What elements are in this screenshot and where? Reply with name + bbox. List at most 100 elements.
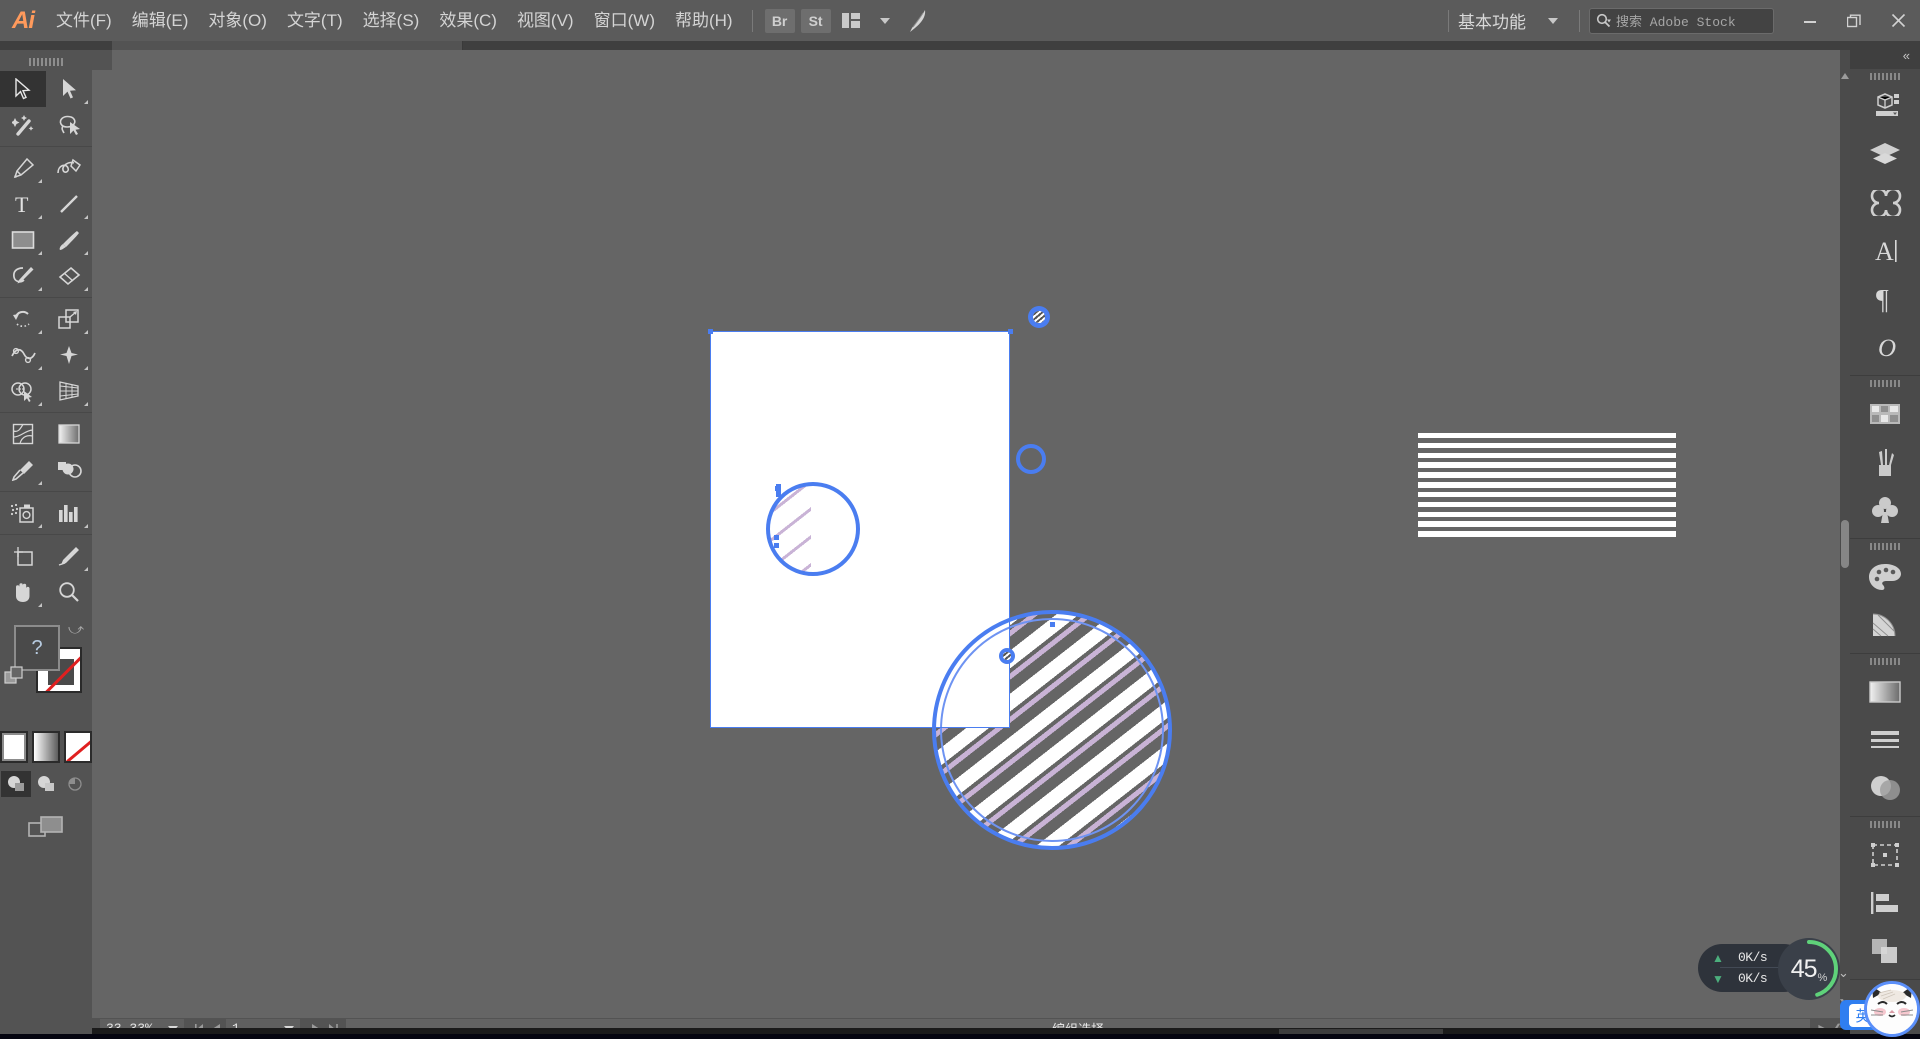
anchor-point[interactable] — [1008, 329, 1013, 334]
restore-button[interactable] — [1832, 0, 1876, 41]
transparency-panel-icon[interactable] — [1850, 764, 1920, 812]
character-panel-icon[interactable]: A — [1850, 227, 1920, 275]
type-tool[interactable]: T — [0, 186, 46, 222]
color-swatch-button[interactable] — [0, 731, 28, 763]
layers-panel-icon[interactable] — [1850, 131, 1920, 179]
menu-window[interactable]: 窗口(W) — [584, 0, 665, 41]
swatches-panel-icon[interactable] — [1850, 390, 1920, 438]
change-screen-mode-button[interactable] — [0, 813, 92, 841]
search-input[interactable]: 搜索 Adobe Stock — [1589, 7, 1774, 34]
align-panel-icon[interactable] — [1850, 879, 1920, 927]
stripe-bar-group[interactable] — [1418, 433, 1676, 541]
perspective-grid-tool[interactable] — [46, 373, 92, 409]
rotate-widget-bottom[interactable] — [999, 648, 1015, 664]
anchor-point[interactable] — [776, 488, 781, 493]
width-tool[interactable] — [0, 337, 46, 373]
scroll-up-icon[interactable] — [1840, 70, 1850, 82]
glyphs-panel-icon[interactable]: O — [1850, 323, 1920, 371]
tools-panel-grip[interactable] — [0, 50, 92, 68]
color-guide-panel-icon[interactable] — [1850, 601, 1920, 649]
swap-fill-stroke-icon[interactable]: ⤻ — [68, 621, 84, 638]
eraser-tool[interactable] — [46, 258, 92, 294]
bridge-button[interactable]: Br — [764, 8, 795, 33]
symbol-sprayer-tool[interactable] — [0, 495, 46, 531]
artboard-tool[interactable] — [0, 538, 46, 574]
symbols-panel-icon[interactable] — [1850, 486, 1920, 534]
zoom-tool[interactable] — [46, 574, 92, 610]
anchor-point[interactable] — [774, 535, 779, 540]
rectangle-tool[interactable] — [0, 222, 46, 258]
dock-group-grip[interactable] — [1850, 654, 1920, 668]
rotate-widget-top[interactable] — [1028, 306, 1050, 328]
default-fill-stroke-icon[interactable] — [4, 665, 26, 692]
shape-builder-tool[interactable] — [0, 373, 46, 409]
close-button[interactable] — [1876, 0, 1920, 41]
canvas-vscroll-thumb[interactable] — [1841, 520, 1849, 568]
canvas-area[interactable] — [92, 50, 1850, 1018]
workspace-switcher-label[interactable]: 基本功能 — [1458, 8, 1526, 33]
pathfinder-panel-icon[interactable] — [1850, 927, 1920, 975]
workspace-chevron-down-icon[interactable] — [1538, 7, 1568, 35]
none-swatch-button[interactable] — [64, 731, 92, 763]
shaper-tool[interactable] — [0, 258, 46, 294]
anchor-point[interactable] — [708, 329, 713, 334]
mesh-tool[interactable] — [0, 416, 46, 452]
tools-panel: T ⤻ ? — [0, 50, 92, 1039]
arrange-chevron-down-icon[interactable] — [870, 7, 900, 35]
gradient-swatch-button[interactable] — [32, 731, 60, 763]
paragraph-panel-icon[interactable]: ¶ — [1850, 275, 1920, 323]
hand-tool[interactable] — [0, 574, 46, 610]
brushes-panel-icon[interactable] — [1850, 438, 1920, 486]
transform-panel-icon[interactable] — [1850, 831, 1920, 879]
direct-selection-tool[interactable] — [46, 71, 92, 107]
color-panel-icon[interactable] — [1850, 553, 1920, 601]
dock-group-grip[interactable] — [1850, 376, 1920, 390]
menu-object[interactable]: 对象(O) — [198, 0, 277, 41]
free-transform-tool[interactable] — [46, 337, 92, 373]
dock-group-grip[interactable] — [1850, 817, 1920, 831]
canvas-vertical-scrollbar[interactable] — [1840, 50, 1850, 1018]
svg-text:O: O — [1878, 335, 1896, 361]
cat-avatar[interactable] — [1864, 981, 1920, 1037]
magic-wand-tool[interactable] — [0, 107, 46, 143]
scale-tool[interactable] — [46, 301, 92, 337]
lasso-tool[interactable] — [46, 107, 92, 143]
menu-select[interactable]: 选择(S) — [353, 0, 430, 41]
slice-tool[interactable] — [46, 538, 92, 574]
pen-tool[interactable] — [0, 150, 46, 186]
dock-group-grip[interactable] — [1850, 69, 1920, 83]
paintbrush-tool[interactable] — [46, 222, 92, 258]
cpu-usage-gauge[interactable]: 45 % — [1778, 938, 1840, 1000]
dock-collapse-icon[interactable]: « — [1850, 41, 1920, 69]
menu-file[interactable]: 文件(F) — [46, 0, 122, 41]
dock-group-grip[interactable] — [1850, 539, 1920, 553]
line-segment-tool[interactable] — [46, 186, 92, 222]
anchor-point[interactable] — [1050, 622, 1055, 627]
arrange-documents-icon[interactable] — [836, 7, 866, 35]
properties-panel-icon[interactable] — [1850, 83, 1920, 131]
widget-chevron-down-icon[interactable]: ⌄ — [1838, 965, 1849, 981]
draw-normal-mode[interactable] — [1, 771, 31, 797]
anchor-point[interactable] — [774, 543, 779, 548]
rotate-tool[interactable] — [0, 301, 46, 337]
menu-type[interactable]: 文字(T) — [277, 0, 353, 41]
column-graph-tool[interactable] — [46, 495, 92, 531]
menu-view[interactable]: 视图(V) — [507, 0, 584, 41]
outlined-circle-top-right[interactable] — [1016, 444, 1046, 474]
curvature-tool[interactable] — [46, 150, 92, 186]
gradient-tool[interactable] — [46, 416, 92, 452]
illustrator-feather-icon[interactable] — [904, 7, 934, 35]
eyedropper-tool[interactable] — [0, 452, 46, 488]
selection-tool[interactable] — [0, 71, 46, 107]
menu-help[interactable]: 帮助(H) — [665, 0, 743, 41]
stroke-panel-icon[interactable] — [1850, 716, 1920, 764]
menu-effect[interactable]: 效果(C) — [429, 0, 507, 41]
menu-edit[interactable]: 编辑(E) — [122, 0, 199, 41]
blend-tool[interactable] — [46, 452, 92, 488]
minimize-button[interactable] — [1788, 0, 1832, 41]
draw-behind-mode[interactable] — [31, 771, 61, 797]
libraries-panel-icon[interactable] — [1850, 179, 1920, 227]
gradient-panel-icon[interactable] — [1850, 668, 1920, 716]
draw-inside-mode[interactable] — [61, 771, 91, 797]
stock-button[interactable]: St — [800, 8, 831, 33]
